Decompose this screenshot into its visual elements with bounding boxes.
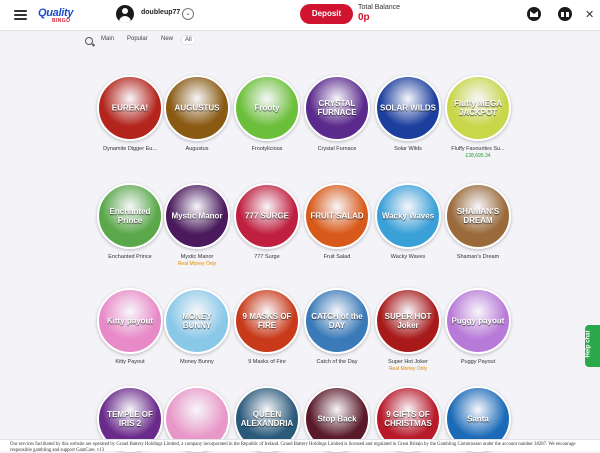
game-tile[interactable]: SUPER HOT Joker Super Hot Joker Real Money… (368, 288, 448, 372)
username[interactable]: doubleup77 (141, 9, 180, 16)
game-title: Catch of the Day (316, 359, 358, 365)
game-thumbnail[interactable]: Frooty (234, 75, 300, 141)
game-thumbnail[interactable]: AUGUSTUS (164, 75, 230, 141)
game-title: Fluffy Favourites Su... (451, 146, 505, 152)
game-logo-text: SOLAR WILDS (380, 103, 436, 113)
game-thumbnail[interactable]: SHAMAN'S DREAM (445, 183, 511, 249)
game-thumbnail[interactable]: MONEY BUNNY (164, 288, 230, 354)
game-tile[interactable]: AUGUSTUS Augustus (157, 75, 237, 152)
game-logo-text: SUPER HOT Joker (384, 312, 432, 330)
game-thumbnail[interactable]: 777 SURGE (234, 183, 300, 249)
game-logo-text: CRYSTAL FURNACE (317, 99, 357, 117)
real-money-badge: Real Money Only (388, 366, 428, 372)
total-balance-value: 0p (358, 12, 370, 23)
game-logo-text: Puggy payout (451, 316, 505, 326)
brand-logo[interactable]: Quality BINGO (38, 7, 76, 25)
game-tile[interactable]: 9 MASKS OF FIRE 9 Masks of Fire (227, 288, 307, 365)
game-thumbnail[interactable]: Kitty payout (97, 288, 163, 354)
footer: Our services facilitated by this website… (0, 439, 600, 453)
help-chat-button[interactable]: Help chat (585, 325, 600, 367)
search-icon[interactable] (85, 37, 93, 45)
game-thumbnail[interactable]: SOLAR WILDS (375, 75, 441, 141)
game-logo-text: Santa (467, 414, 489, 424)
hamburger-menu-icon[interactable] (14, 10, 27, 20)
game-tile[interactable]: CRYSTAL FURNACE Crystal Furnace (297, 75, 377, 152)
chevron-down-icon[interactable]: ⌄ (182, 8, 194, 20)
game-title: 777 Surge (254, 254, 280, 260)
game-logo-text: QUEEN ALEXANDRIA (240, 410, 294, 428)
game-tile[interactable]: Frooty Frootylicious (227, 75, 307, 152)
game-logo-text: TEMPLE OF IRIS 2 (107, 410, 153, 428)
game-title: Crystal Furnace (317, 146, 357, 152)
game-logo-text: 9 GIFTS OF CHRISTMAS (384, 410, 432, 428)
user-icon[interactable] (116, 5, 134, 23)
game-title: Wacky Waves (390, 254, 426, 260)
game-thumbnail[interactable]: Fluffy MEGA JACKPOT (445, 75, 511, 141)
game-title: Frootylicious (251, 146, 283, 152)
game-tile[interactable]: MONEY BUNNY Money Bunny (157, 288, 237, 365)
game-thumbnail[interactable]: FRUIT SALAD (304, 183, 370, 249)
game-thumbnail[interactable]: SUPER HOT Joker (375, 288, 441, 354)
game-tile[interactable]: Puggy payout Puggy Payout (438, 288, 518, 365)
game-title: Augustus (185, 146, 209, 152)
game-logo-text: Kitty payout (106, 316, 154, 326)
game-thumbnail[interactable]: Mystic Manor (164, 183, 230, 249)
game-thumbnail[interactable]: CATCH of the DAY (304, 288, 370, 354)
filter-new[interactable]: New (161, 36, 173, 42)
game-logo-text: Wacky Waves (381, 211, 435, 221)
game-tile[interactable]: Mystic Manor Mystic Manor Real Money Only (157, 183, 237, 267)
game-tile[interactable]: Wacky Waves Wacky Waves (368, 183, 448, 260)
game-tile[interactable]: 777 SURGE 777 Surge (227, 183, 307, 260)
close-icon[interactable]: ✕ (585, 8, 594, 21)
deposit-button[interactable]: Deposit (300, 4, 353, 24)
game-logo-text: EUREKA! (111, 103, 149, 113)
game-title: Solar Wilds (394, 146, 422, 152)
game-logo-text: Mystic Manor (171, 211, 223, 221)
game-logo-text: 9 MASKS OF FIRE (242, 312, 292, 330)
game-title: Shaman's Dream (456, 254, 500, 260)
game-logo-text: Stop Back (317, 414, 357, 424)
footer-legal-text: Our services facilitated by this website… (10, 442, 576, 453)
total-balance-label: Total Balance (358, 4, 401, 11)
game-title: Money Bunny (180, 359, 214, 365)
filter-popular[interactable]: Popular (127, 36, 148, 42)
game-title: Super Hot Joker (388, 359, 428, 365)
logo-line2: BINGO (52, 18, 71, 24)
game-logo-text: Frooty (254, 103, 280, 113)
jackpot-amount: £38,695.34 (465, 153, 491, 159)
game-tile[interactable]: Fluffy MEGA JACKPOT Fluffy Favourites Su.… (438, 75, 518, 159)
filter-main[interactable]: Main (101, 36, 114, 42)
game-tile[interactable]: CATCH of the DAY Catch of the Day (297, 288, 377, 365)
game-logo-text: MONEY BUNNY (182, 312, 212, 330)
game-logo-text: 777 SURGE (244, 211, 290, 221)
game-logo-text: FRUIT SALAD (310, 211, 364, 221)
game-logo-text: Fluffy MEGA JACKPOT (454, 99, 502, 117)
game-thumbnail[interactable]: CRYSTAL FURNACE (304, 75, 370, 141)
game-tile[interactable]: SHAMAN'S DREAM Shaman's Dream (438, 183, 518, 260)
game-title: Fruit Salad (323, 254, 351, 260)
real-money-badge: Real Money Only (177, 261, 217, 267)
game-logo-text: AUGUSTUS (174, 103, 220, 113)
help-chat-label: Help chat (585, 330, 592, 358)
game-thumbnail[interactable]: Wacky Waves (375, 183, 441, 249)
game-thumbnail[interactable]: Enchanted Prince (97, 183, 163, 249)
mail-icon[interactable] (527, 7, 541, 21)
game-thumbnail[interactable]: Puggy payout (445, 288, 511, 354)
header: Quality BINGO doubleup77 ⌄ Deposit Total… (0, 0, 600, 31)
gift-icon[interactable] (558, 7, 572, 21)
game-thumbnail[interactable]: 9 MASKS OF FIRE (234, 288, 300, 354)
game-title: Mystic Manor (180, 254, 214, 260)
game-tile[interactable]: SOLAR WILDS Solar Wilds (368, 75, 448, 152)
game-logo-text: Enchanted Prince (109, 207, 151, 225)
game-thumbnail[interactable]: EUREKA! (97, 75, 163, 141)
game-title: 9 Masks of Fire (248, 359, 286, 365)
game-title: Puggy Payout (460, 359, 496, 365)
game-tile[interactable]: FRUIT SALAD Fruit Salad (297, 183, 377, 260)
game-logo-text: SHAMAN'S DREAM (456, 207, 500, 225)
filter-all[interactable]: All (181, 35, 196, 45)
game-logo-text: CATCH of the DAY (311, 312, 363, 330)
